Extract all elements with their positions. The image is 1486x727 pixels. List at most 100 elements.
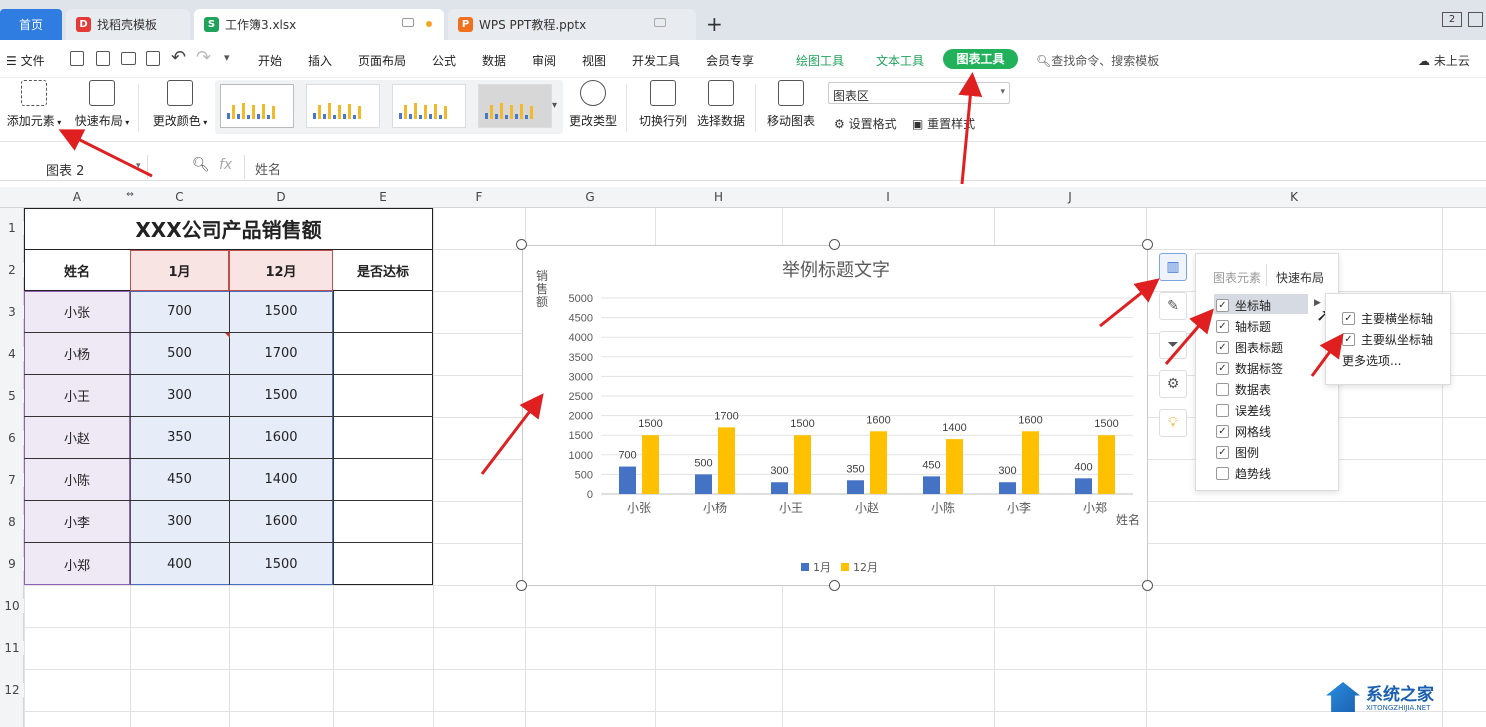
tab-quick-layout[interactable]: 快速布局 (1276, 269, 1324, 286)
primary-vertical-axis-option[interactable]: ✓ 主要纵坐标轴 (1342, 331, 1433, 348)
switch-row-col-button[interactable]: 切换行列 (636, 80, 690, 129)
row-header[interactable]: 12 (0, 683, 24, 697)
column-header-c[interactable]: C (130, 190, 229, 204)
column-header-e[interactable]: E (333, 190, 433, 204)
table-cell[interactable] (333, 417, 433, 459)
tab-template[interactable]: D 找稻壳模板 (66, 9, 190, 40)
menu-text-tools[interactable]: 文本工具 (876, 52, 924, 69)
checkbox-checked-icon[interactable]: ✓ (1216, 425, 1229, 438)
tab-ppt[interactable]: P WPS PPT教程.pptx (448, 9, 696, 40)
menu-view[interactable]: 视图 (582, 52, 606, 69)
table-cell[interactable]: 1600 (229, 417, 333, 459)
column-header-k[interactable]: K (1146, 190, 1442, 204)
column-header-a[interactable]: A (24, 190, 130, 204)
menu-insert[interactable]: 插入 (308, 52, 332, 69)
chart-legend[interactable]: 1月 12月 (801, 559, 878, 575)
chart-style-2[interactable] (306, 84, 380, 128)
column-header-d[interactable]: D (229, 190, 333, 204)
table-cell[interactable] (333, 543, 433, 585)
row-header[interactable]: 7 (0, 473, 24, 487)
header-cell[interactable]: 1月 (130, 250, 229, 291)
table-cell[interactable]: 小王 (24, 375, 130, 417)
table-cell[interactable] (333, 333, 433, 375)
checkbox-unchecked-icon[interactable] (1216, 467, 1229, 480)
formula-input[interactable]: 姓名 (244, 155, 1486, 179)
chart-filter-button[interactable]: ⏷ (1159, 331, 1187, 359)
row-header[interactable]: 10 (0, 599, 24, 613)
checkbox-unchecked-icon[interactable] (1216, 383, 1229, 396)
table-cell[interactable]: 小李 (24, 501, 130, 543)
header-cell[interactable]: 姓名 (24, 250, 130, 291)
table-cell[interactable] (333, 501, 433, 543)
checkbox-checked-icon[interactable]: ✓ (1342, 333, 1355, 346)
table-cell[interactable]: 小郑 (24, 543, 130, 585)
table-cell[interactable]: 1400 (229, 459, 333, 501)
table-cell[interactable]: 300 (130, 375, 229, 417)
add-element-button[interactable]: 添加元素 ▾ (2, 80, 66, 129)
quick-layout-button[interactable]: 快速布局 ▾ (70, 80, 134, 129)
resize-handle[interactable] (829, 580, 840, 591)
cloud-status[interactable]: ☁ 未上云 (1418, 52, 1470, 69)
chart-container[interactable]: 举例标题文字 销售额 姓名 0 500 1000 1500 2000 2500 3000 35… (522, 245, 1148, 586)
menu-data[interactable]: 数据 (482, 52, 506, 69)
save-icon[interactable] (70, 51, 84, 66)
row-header[interactable]: 4 (0, 347, 24, 361)
row-header[interactable]: 11 (0, 641, 24, 655)
row-header[interactable]: 1 (0, 221, 24, 235)
table-cell[interactable]: 700 (130, 291, 229, 333)
chart-element-option[interactable]: ✓ 坐标轴 (1216, 297, 1271, 314)
chart-style-4[interactable] (478, 84, 552, 128)
file-menu[interactable]: ☰ 文件 (6, 52, 45, 69)
chart-tips-button[interactable]: 💡︎ (1159, 409, 1187, 437)
checkbox-checked-icon[interactable]: ✓ (1216, 320, 1229, 333)
reset-style-button[interactable]: ▣ 重置样式 (912, 115, 975, 132)
chart-element-option[interactable]: ✓ 图例 (1216, 444, 1259, 461)
table-cell[interactable] (333, 291, 433, 333)
column-header-j[interactable]: J (994, 190, 1146, 204)
table-cell[interactable] (333, 375, 433, 417)
row-header[interactable]: 2 (0, 263, 24, 277)
table-cell[interactable]: 1700 (229, 333, 333, 375)
table-cell[interactable]: 小杨 (24, 333, 130, 375)
screen-icon[interactable] (654, 18, 666, 27)
table-cell[interactable]: 小赵 (24, 417, 130, 459)
table-cell[interactable]: 小陈 (24, 459, 130, 501)
more-options-link[interactable]: 更多选项... (1342, 352, 1401, 369)
table-cell[interactable]: 1500 (229, 543, 333, 585)
redo-icon[interactable]: ↷ (196, 47, 211, 68)
sheet-title[interactable]: XXX公司产品销售额 (24, 208, 433, 249)
menu-member[interactable]: 会员专享 (706, 52, 754, 69)
checkbox-checked-icon[interactable]: ✓ (1216, 299, 1229, 312)
menu-review[interactable]: 审阅 (532, 52, 556, 69)
menu-developer[interactable]: 开发工具 (632, 52, 680, 69)
preview-icon[interactable] (146, 51, 160, 66)
window-mode-icon[interactable]: 2 (1442, 12, 1462, 27)
gallery-more-icon[interactable]: ▾ (552, 100, 557, 111)
header-cell[interactable]: 是否达标 (333, 250, 433, 291)
resize-handle[interactable] (1142, 580, 1153, 591)
menu-page-layout[interactable]: 页面布局 (358, 52, 406, 69)
checkbox-checked-icon[interactable]: ✓ (1216, 362, 1229, 375)
table-cell[interactable]: 400 (130, 543, 229, 585)
tab-home[interactable]: 首页 (0, 9, 62, 40)
chart-style-1[interactable] (220, 84, 294, 128)
chart-settings-button[interactable]: ⚙ (1159, 370, 1187, 398)
chart-style-button[interactable]: ✎ (1159, 292, 1187, 320)
row-header[interactable]: 8 (0, 515, 24, 529)
chart-style-3[interactable] (392, 84, 466, 128)
checkbox-unchecked-icon[interactable] (1216, 404, 1229, 417)
table-cell[interactable]: 300 (130, 501, 229, 543)
column-header-f[interactable]: F (433, 190, 525, 204)
chart-element-option[interactable]: 趋势线 (1216, 465, 1271, 482)
move-chart-button[interactable]: 移动图表 (764, 80, 818, 129)
print-icon[interactable] (121, 52, 136, 65)
menu-start[interactable]: 开始 (258, 52, 282, 69)
table-cell[interactable]: 1500 (229, 375, 333, 417)
new-tab-button[interactable]: + (706, 12, 723, 36)
row-header[interactable]: 3 (0, 305, 24, 319)
checkbox-checked-icon[interactable]: ✓ (1342, 312, 1355, 325)
menu-chart-tools[interactable]: 图表工具 (943, 49, 1018, 69)
table-cell[interactable]: 450 (130, 459, 229, 501)
undo-icon[interactable]: ↶ (171, 47, 186, 68)
chart-element-option[interactable]: ✓ 轴标题 (1216, 318, 1271, 335)
